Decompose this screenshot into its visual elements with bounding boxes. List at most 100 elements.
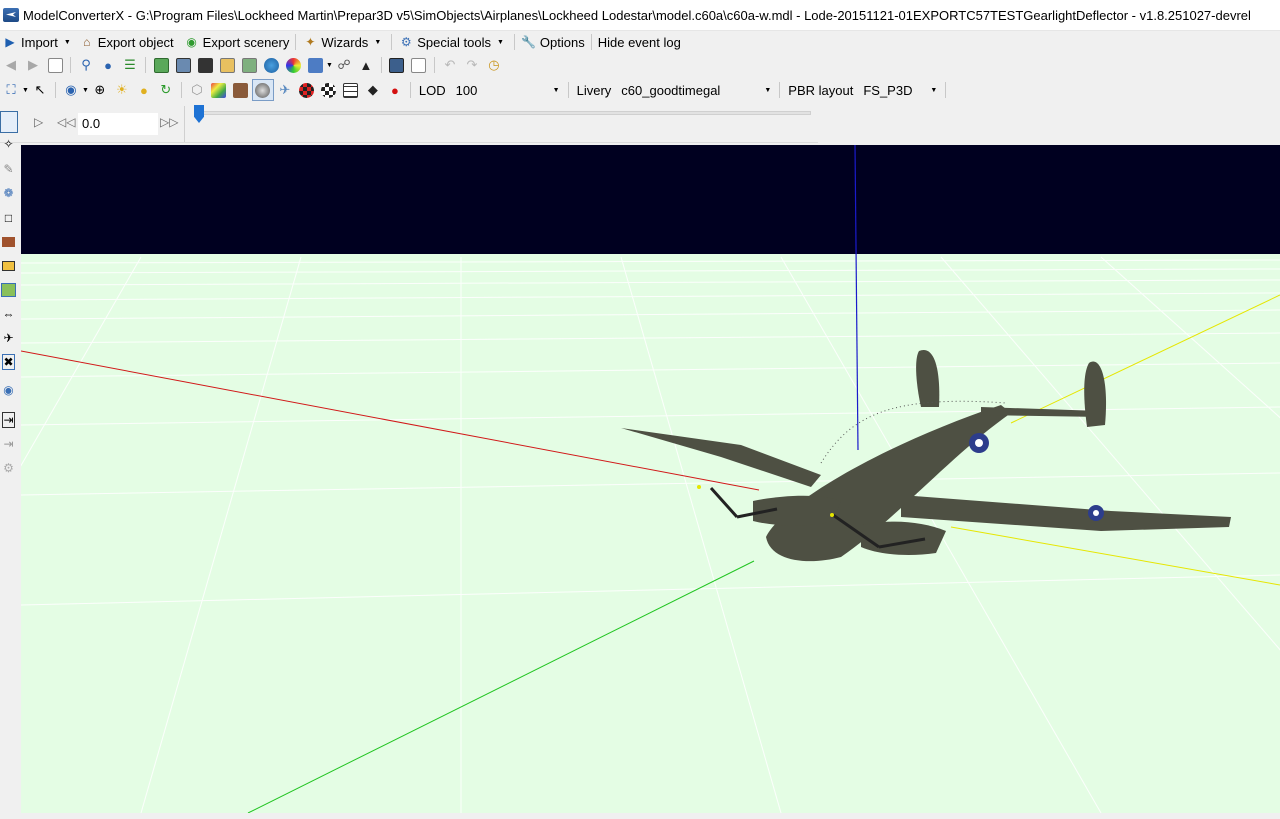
menu-export-object[interactable]: ⌂ Export object xyxy=(77,31,176,53)
rewind-icon[interactable]: ◁◁ xyxy=(57,115,75,129)
link-button[interactable]: ☍ xyxy=(333,54,355,76)
apple-icon: ● xyxy=(390,82,399,98)
map-button[interactable] xyxy=(238,54,260,76)
measure-icon: ⇔ xyxy=(2,307,15,321)
aircraft-view-button[interactable]: ✈ xyxy=(274,79,296,101)
chevron-down-icon: ▼ xyxy=(374,38,382,46)
select-button[interactable]: ↖ xyxy=(29,79,51,101)
brick-tool-button[interactable] xyxy=(0,233,17,251)
checker-icon xyxy=(299,82,315,98)
magnifier-icon: ⚲ xyxy=(81,57,91,72)
screenshot-button[interactable] xyxy=(386,54,408,76)
window-title: ModelConverterX - G:\Program Files\Lockh… xyxy=(23,7,1251,23)
eye-tool-button[interactable]: ◉ xyxy=(0,381,17,399)
toolbar-separator xyxy=(409,82,411,98)
fit-view-button[interactable]: ⛶ xyxy=(0,79,22,101)
forward-button[interactable]: ▶ xyxy=(22,54,44,76)
cross-tool-button[interactable]: ✖ xyxy=(0,353,17,371)
redo-button[interactable]: ↷ xyxy=(461,54,483,76)
report-button[interactable] xyxy=(408,54,430,76)
chevron-down-icon: ▼ xyxy=(496,38,504,46)
lod-select[interactable]: 100 ▼ xyxy=(451,80,564,100)
import-tool-button[interactable]: ⇥ xyxy=(0,411,17,429)
nav-light xyxy=(697,485,701,489)
undo-button[interactable]: ↶ xyxy=(439,54,461,76)
animation-time-input[interactable]: 0.0 xyxy=(78,113,158,135)
box-tool-button[interactable]: □ xyxy=(0,209,17,227)
menu-separator xyxy=(590,34,592,50)
cube-icon xyxy=(211,82,227,98)
shadow-button[interactable]: ◆ xyxy=(362,79,384,101)
toolbar-separator xyxy=(779,82,781,98)
material-editor-button[interactable] xyxy=(150,54,172,76)
checker-red-button[interactable] xyxy=(296,79,318,101)
menu-export-scenery[interactable]: ◉ Export scenery xyxy=(182,31,292,53)
menu-wizards[interactable]: ✦ Wizards ▼ xyxy=(300,31,387,53)
folder-tool-button[interactable] xyxy=(0,257,17,275)
checker-button[interactable] xyxy=(318,79,340,101)
menu-options[interactable]: 🔧 Options xyxy=(519,31,587,53)
menu-import[interactable]: ▶ Import ▼ xyxy=(0,31,77,53)
earth-button[interactable] xyxy=(260,54,282,76)
eye-icon: ◉ xyxy=(3,383,14,397)
wireframe-icon: ⬡ xyxy=(191,82,203,97)
refresh-button[interactable]: ↻ xyxy=(155,79,177,101)
search-button[interactable]: ⚲ xyxy=(75,54,97,76)
play-icon[interactable]: ▷ xyxy=(34,115,43,129)
menu-separator xyxy=(295,34,297,50)
shaded-button[interactable] xyxy=(251,79,274,101)
menu-special-tools[interactable]: ⚙ Special tools ▼ xyxy=(396,31,510,53)
menu-hide-event-log[interactable]: Hide event log xyxy=(596,31,683,53)
terrain-tool-button[interactable] xyxy=(0,281,17,299)
pbr-layout-select[interactable]: FS_P3D ▼ xyxy=(859,80,942,100)
measure-tool-button[interactable]: ⇔ xyxy=(0,305,17,323)
hierarchy-button[interactable]: ☰ xyxy=(119,54,141,76)
extra-tool-button[interactable]: ⚙ xyxy=(0,459,17,477)
livery-select[interactable]: c60_goodtimegal ▼ xyxy=(617,80,776,100)
solid-button[interactable] xyxy=(230,79,252,101)
apple-button[interactable]: ● xyxy=(384,79,406,101)
tree-button[interactable]: ▲ xyxy=(355,54,377,76)
grid-icon xyxy=(343,82,359,98)
layout-grid-button[interactable] xyxy=(0,111,18,133)
chevron-down-icon: ▼ xyxy=(764,86,772,94)
fast-forward-icon[interactable]: ▷▷ xyxy=(160,115,178,129)
export-tool-button[interactable]: ⇥ xyxy=(0,435,17,453)
toolbar-separator xyxy=(70,57,71,73)
history-button[interactable]: ◷ xyxy=(483,54,505,76)
properties-button[interactable] xyxy=(44,54,66,76)
map-icon xyxy=(241,57,257,73)
earth-icon xyxy=(263,57,279,73)
chevron-down-icon[interactable]: ▼ xyxy=(326,62,333,69)
color-button[interactable] xyxy=(282,54,304,76)
3d-viewport[interactable] xyxy=(21,145,1280,813)
animation-editor-button[interactable] xyxy=(194,54,216,76)
chevron-down-icon[interactable]: ▼ xyxy=(22,87,29,94)
aircraft-tool-button[interactable]: ✈ xyxy=(0,329,17,347)
animation-slider-track[interactable] xyxy=(197,111,811,115)
rename-button[interactable] xyxy=(304,54,326,76)
placement-button[interactable]: ● xyxy=(97,54,119,76)
texture-button[interactable] xyxy=(172,54,194,76)
folder-icon xyxy=(2,261,15,271)
roundel-star xyxy=(975,439,983,447)
camera-button[interactable]: ◉ xyxy=(60,79,82,101)
refresh-icon: ↻ xyxy=(160,82,172,97)
animation-slider-thumb[interactable] xyxy=(194,105,204,123)
bulb-button[interactable]: ● xyxy=(133,79,155,101)
toolbar-separator xyxy=(380,57,382,73)
transform-tool-button[interactable]: ✧ xyxy=(0,135,17,153)
nodes-tool-button[interactable]: ❁ xyxy=(0,184,17,202)
crosshair-button[interactable]: ⊕ xyxy=(89,79,111,101)
image-button[interactable] xyxy=(216,54,238,76)
grid-button[interactable] xyxy=(340,79,362,101)
light-button[interactable]: ☀ xyxy=(111,79,133,101)
pencil-tool-button[interactable]: ✎ xyxy=(0,160,17,178)
link-icon: ☍ xyxy=(337,57,351,72)
wireframe-button[interactable]: ⬡ xyxy=(186,79,208,101)
clock-icon: ◷ xyxy=(488,57,500,72)
checker-icon xyxy=(321,82,337,98)
chevron-down-icon[interactable]: ▼ xyxy=(82,87,89,94)
back-button[interactable]: ◀ xyxy=(0,54,22,76)
cube-button[interactable] xyxy=(208,79,230,101)
